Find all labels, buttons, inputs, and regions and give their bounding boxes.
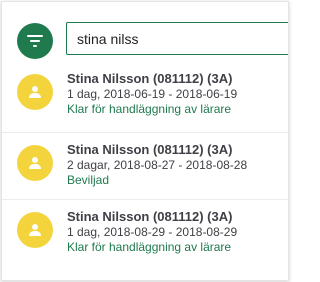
absence-dates: 1 dag, 2018-08-29 - 2018-08-29 [67, 225, 238, 239]
person-icon [29, 86, 41, 98]
student-name: Stina Nilsson (081112) (3A) [67, 142, 233, 157]
student-name: Stina Nilsson (081112) (3A) [67, 71, 233, 86]
result-item[interactable]: Stina Nilsson (081112) (3A) 2 dagar, 201… [2, 132, 288, 199]
search-input[interactable] [66, 22, 288, 55]
results-list: Stina Nilsson (081112) (3A) 1 dag, 2018-… [2, 62, 288, 266]
student-name: Stina Nilsson (081112) (3A) [67, 209, 233, 224]
status-text: Beviljad [67, 173, 110, 187]
absence-dates: 1 dag, 2018-06-19 - 2018-06-19 [67, 87, 238, 101]
result-item[interactable]: Stina Nilsson (081112) (3A) 1 dag, 2018-… [2, 62, 288, 132]
search-panel: Stina Nilsson (081112) (3A) 1 dag, 2018-… [1, 1, 289, 281]
status-text: Klar för handläggning av lärare [67, 240, 232, 254]
person-icon [29, 224, 41, 236]
avatar [17, 74, 53, 110]
filter-icon [27, 35, 43, 47]
absence-dates: 2 dagar, 2018-08-27 - 2018-08-28 [67, 158, 248, 172]
avatar [17, 145, 53, 181]
avatar [17, 212, 53, 248]
person-icon [29, 157, 41, 169]
filter-button[interactable] [17, 23, 53, 59]
result-item[interactable]: Stina Nilsson (081112) (3A) 1 dag, 2018-… [2, 199, 288, 266]
status-text: Klar för handläggning av lärare [67, 102, 232, 116]
